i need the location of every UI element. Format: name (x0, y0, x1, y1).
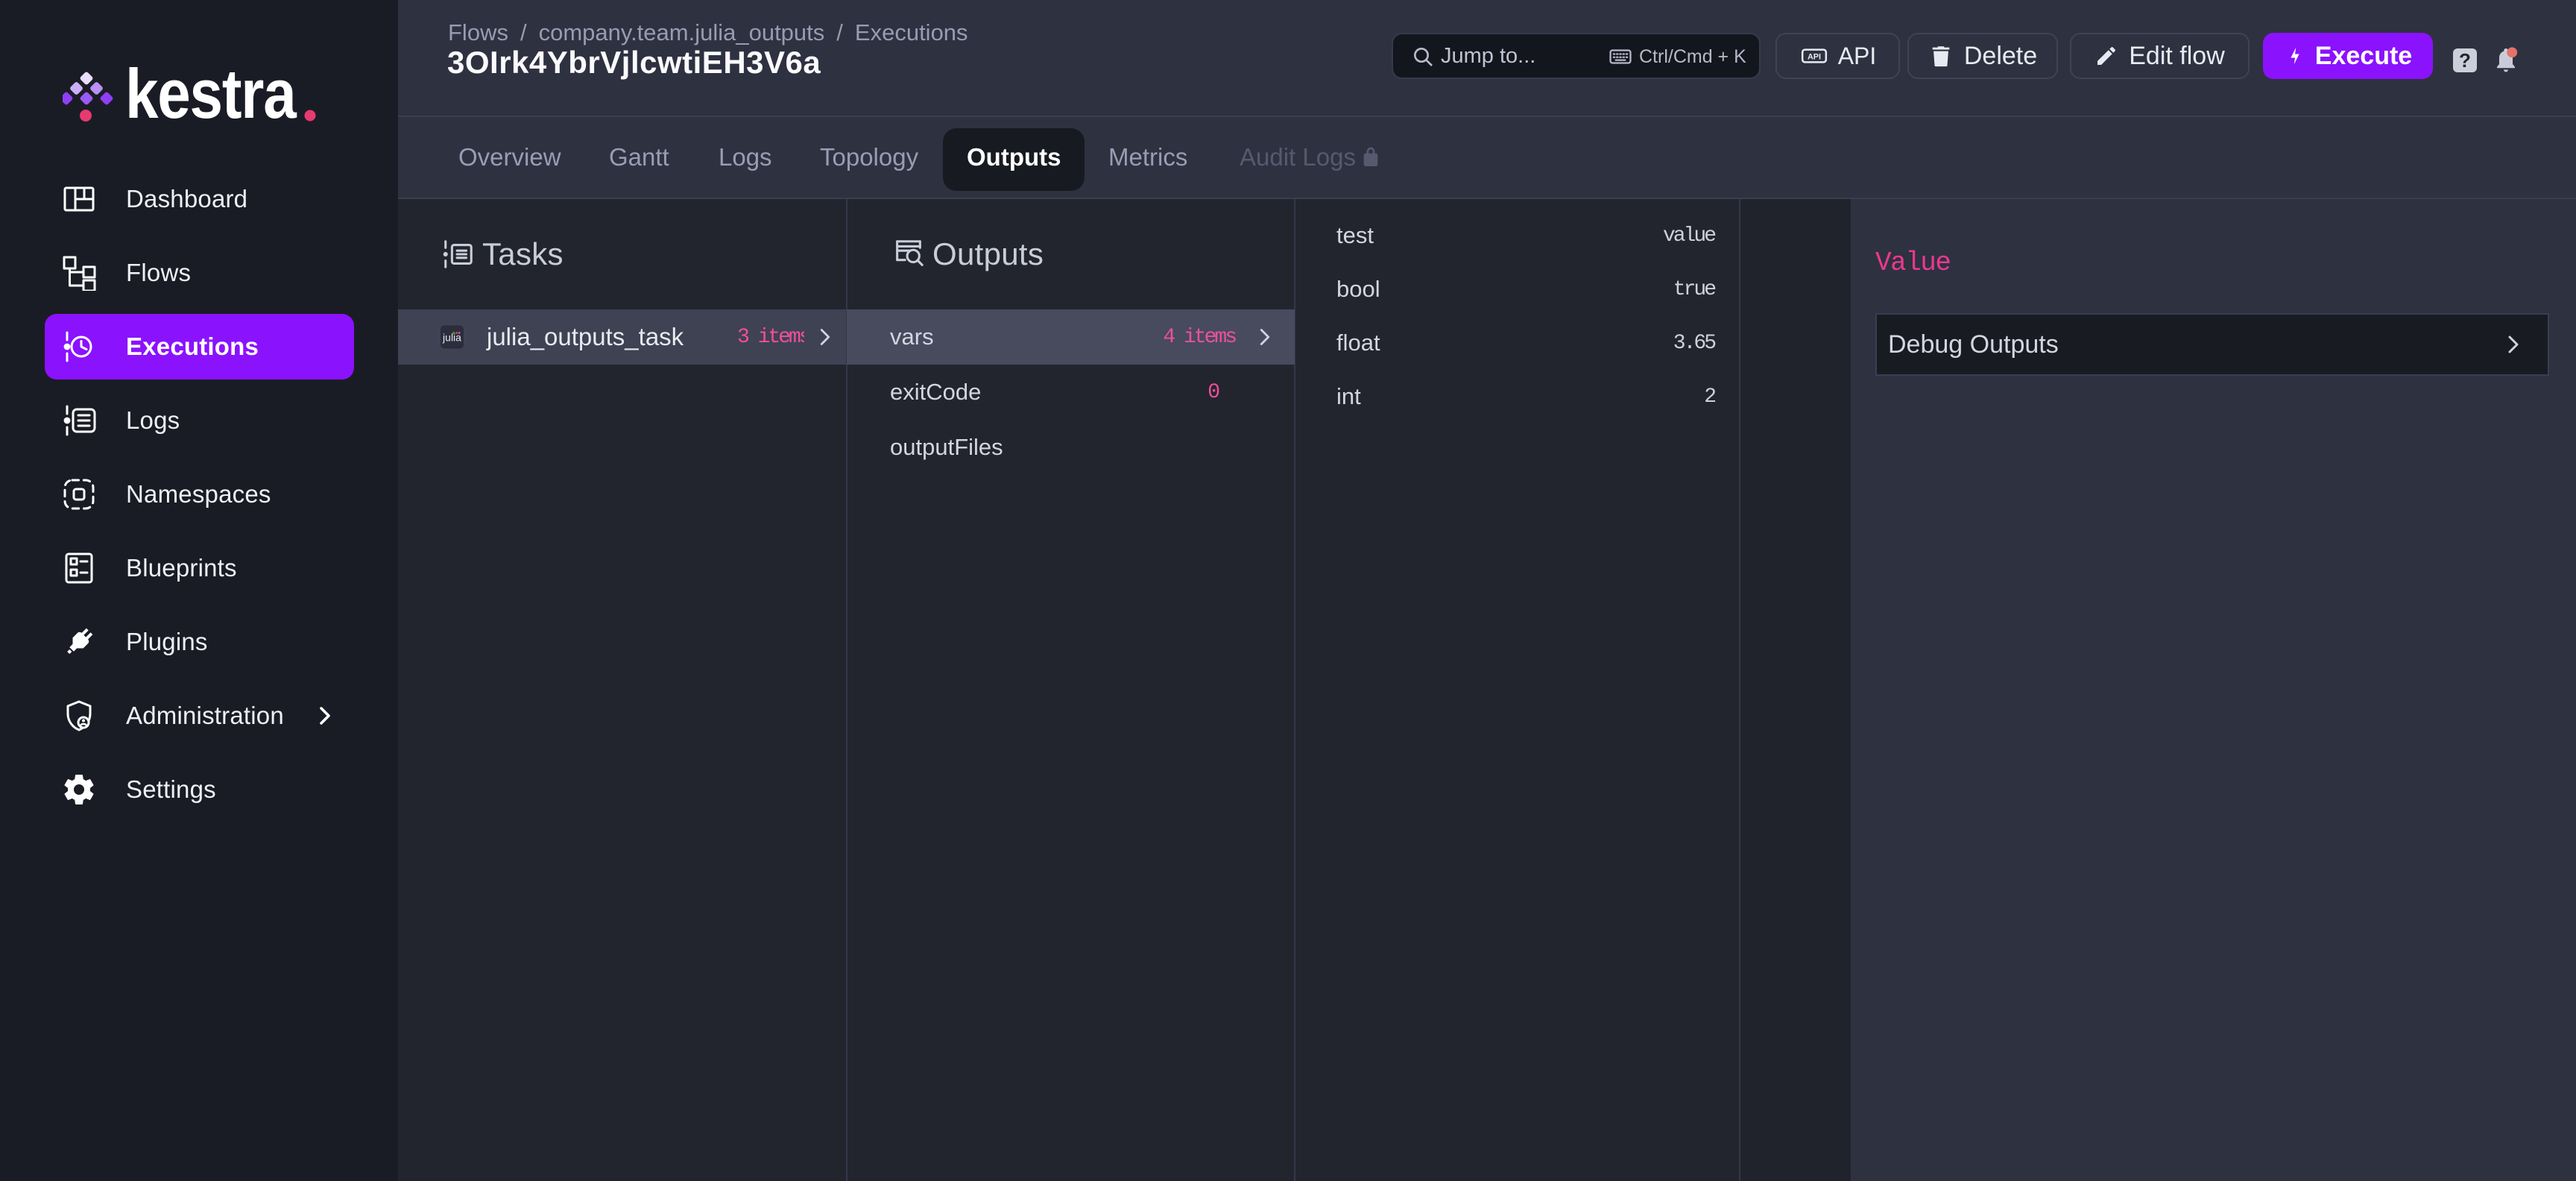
svg-text:API: API (1808, 53, 1821, 62)
svg-text:kestra: kestra (125, 63, 297, 131)
